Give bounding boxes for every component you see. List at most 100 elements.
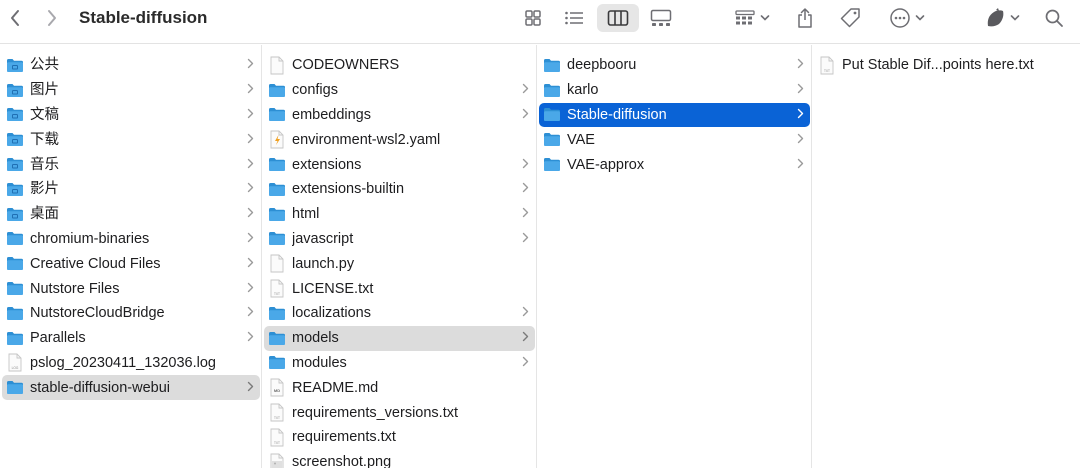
chevron-right-icon <box>519 227 531 251</box>
extension-button[interactable] <box>980 4 1024 32</box>
folder-icon <box>6 256 24 272</box>
folder-item[interactable]: VAE-approx <box>539 152 810 177</box>
item-name: VAE <box>567 131 595 148</box>
list-view-button[interactable] <box>557 4 591 32</box>
folder-item[interactable]: extensions <box>264 152 535 177</box>
share-icon <box>798 8 812 28</box>
folder-icon <box>268 305 286 321</box>
chevron-down-icon <box>915 15 925 21</box>
text-file-icon: TXT <box>268 279 286 298</box>
chevron-right-icon <box>519 326 531 350</box>
folder-icon <box>543 132 561 148</box>
folder-item[interactable]: modules <box>264 351 535 376</box>
item-name: Creative Cloud Files <box>30 255 161 272</box>
file-item[interactable]: TXT LICENSE.txt <box>264 276 535 301</box>
folder-item[interactable]: configs <box>264 78 535 103</box>
file-item[interactable]: TXT Put Stable Dif...points here.txt <box>814 53 1079 78</box>
folder-item[interactable]: 桌面 <box>2 202 260 227</box>
folder-item[interactable]: 文稿 <box>2 103 260 128</box>
folder-item[interactable]: stable-diffusion-webui <box>2 375 260 401</box>
folder-item[interactable]: Stable-diffusion <box>539 102 810 128</box>
file-item[interactable]: environment-wsl2.yaml <box>264 127 535 152</box>
item-name: 音乐 <box>30 156 59 173</box>
folder-item[interactable]: 影片 <box>2 177 260 202</box>
folder-item[interactable]: 公共 <box>2 53 260 78</box>
chevron-right-icon <box>244 177 256 201</box>
column-home[interactable]: 公共图片 文稿下载音乐影片桌面 chromium-binaries Creative … <box>0 45 262 468</box>
folder-icon <box>6 132 24 148</box>
share-button[interactable] <box>791 4 819 32</box>
item-name: NutstoreCloudBridge <box>30 305 165 322</box>
yaml-file-icon <box>268 130 286 149</box>
chevron-right-icon <box>519 202 531 226</box>
item-name: screenshot.png <box>292 454 392 468</box>
document-icon <box>268 56 286 75</box>
folder-item[interactable]: deepbooru <box>539 53 810 78</box>
folder-item[interactable]: NutstoreCloudBridge <box>2 301 260 326</box>
item-name: 影片 <box>30 181 59 198</box>
folder-item[interactable]: 图片 <box>2 78 260 103</box>
item-name: chromium-binaries <box>30 230 150 247</box>
folder-icon <box>543 157 561 173</box>
folder-item[interactable]: models <box>264 325 535 351</box>
svg-text:TXT: TXT <box>274 416 280 420</box>
group-button[interactable] <box>729 4 775 32</box>
chevron-right-icon <box>244 202 256 226</box>
item-name: javascript <box>292 230 354 247</box>
folder-icon <box>543 82 561 98</box>
file-item[interactable]: MD README.md <box>264 375 535 400</box>
group-icon <box>735 10 755 25</box>
folder-item[interactable]: 音乐 <box>2 152 260 177</box>
folder-item[interactable]: 下载 <box>2 127 260 152</box>
svg-text:TXT: TXT <box>824 69 830 73</box>
item-name: extensions-builtin <box>292 181 405 198</box>
tag-button[interactable] <box>834 4 866 32</box>
column-models[interactable]: deepbooru karlo Stable-diffusion VAE VAE-app… <box>537 45 812 468</box>
folder-item[interactable]: javascript <box>264 227 535 252</box>
tag-icon <box>840 8 860 28</box>
folder-icon <box>6 330 24 346</box>
text-file-icon: TXT <box>268 403 286 422</box>
forward-button[interactable] <box>41 4 63 32</box>
folder-item[interactable]: chromium-binaries <box>2 227 260 252</box>
folder-item[interactable]: localizations <box>264 301 535 326</box>
folder-item[interactable]: embeddings <box>264 103 535 128</box>
file-item[interactable]: launch.py <box>264 251 535 276</box>
gallery-view-button[interactable] <box>644 4 678 32</box>
folder-item[interactable]: karlo <box>539 78 810 103</box>
column-view-button[interactable] <box>597 4 639 32</box>
file-item[interactable]: screenshot.png <box>264 450 535 468</box>
item-name: environment-wsl2.yaml <box>292 131 441 148</box>
file-item[interactable]: LOG pslog_20230411_132036.log <box>2 351 260 376</box>
folder-icon <box>268 330 286 346</box>
folder-item[interactable]: html <box>264 202 535 227</box>
item-name: 下载 <box>30 131 59 148</box>
item-name: 公共 <box>30 57 59 74</box>
more-button[interactable] <box>884 4 930 32</box>
folder-item[interactable]: Creative Cloud Files <box>2 251 260 276</box>
folder-item[interactable]: extensions-builtin <box>264 177 535 202</box>
folder-icon <box>543 107 561 123</box>
folder-item[interactable]: Nutstore Files <box>2 276 260 301</box>
file-item[interactable]: TXT requirements_versions.txt <box>264 400 535 425</box>
file-item[interactable]: TXT requirements.txt <box>264 425 535 450</box>
folder-icon <box>268 231 286 247</box>
item-name: LICENSE.txt <box>292 280 374 297</box>
item-name: extensions <box>292 156 362 173</box>
svg-text:TXT: TXT <box>274 441 280 445</box>
chevron-right-icon <box>244 153 256 177</box>
back-button[interactable] <box>4 4 26 32</box>
column-stable-diffusion[interactable]: TXT Put Stable Dif...points here.txt <box>812 45 1080 468</box>
folder-item[interactable]: Parallels <box>2 326 260 351</box>
file-item[interactable]: CODEOWNERS <box>264 53 535 78</box>
image-file-icon <box>268 453 286 468</box>
item-name: README.md <box>292 379 379 396</box>
column-stable-diffusion-webui[interactable]: CODEOWNERS configs embeddings environment-w… <box>262 45 537 468</box>
search-button[interactable] <box>1040 4 1068 32</box>
item-name: 桌面 <box>30 206 59 223</box>
folder-item[interactable]: VAE <box>539 127 810 152</box>
chevron-right-icon <box>244 53 256 77</box>
chevron-right-icon <box>244 78 256 102</box>
icon-view-button[interactable] <box>517 4 549 32</box>
chevron-right-icon <box>519 301 531 325</box>
